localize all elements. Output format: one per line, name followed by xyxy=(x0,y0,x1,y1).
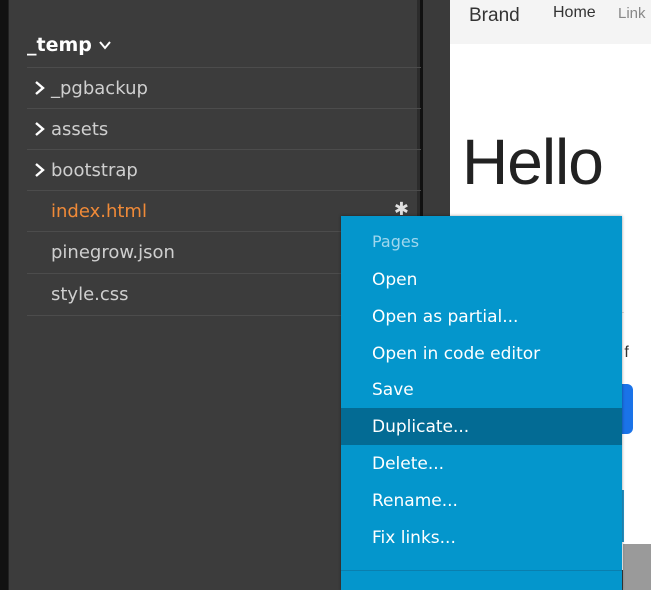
chevron-down-icon xyxy=(99,41,111,50)
tree-folder-pgbackup[interactable]: _pgbackup xyxy=(27,67,421,108)
tree-folder-assets[interactable]: assets xyxy=(27,108,421,149)
menu-item-delete[interactable]: Delete... xyxy=(341,445,622,482)
preview-navbar: Brand Home Link xyxy=(450,0,651,44)
menu-item-open-as-partial[interactable]: Open as partial... xyxy=(341,298,622,335)
context-menu: Pages Open Open as partial... Open in co… xyxy=(341,216,622,590)
tree-folder-label: bootstrap xyxy=(51,159,138,181)
tree-folder-label: _pgbackup xyxy=(51,77,148,99)
hero-heading: Hello xyxy=(462,126,604,198)
navbar-link-home[interactable]: Home xyxy=(553,4,596,22)
menu-item-open[interactable]: Open xyxy=(341,261,622,298)
tree-folder-label: assets xyxy=(51,118,109,140)
tree-folder-bootstrap[interactable]: bootstrap xyxy=(27,149,421,190)
tree-root-label: _temp xyxy=(27,34,92,56)
chevron-right-icon xyxy=(35,81,45,95)
tree-file-label: pinegrow.json xyxy=(51,241,175,263)
menu-item-save[interactable]: Save xyxy=(341,371,622,408)
chevron-right-icon xyxy=(35,122,45,136)
tree-file-label: index.html xyxy=(51,200,147,222)
menu-item-open-in-code-editor[interactable]: Open in code editor xyxy=(341,335,622,372)
tree-root-folder[interactable]: _temp xyxy=(27,30,112,60)
menu-item-rename[interactable]: Rename... xyxy=(341,482,622,519)
preview-scrollbar[interactable] xyxy=(623,544,651,590)
navbar-brand[interactable]: Brand xyxy=(469,5,520,27)
menu-item-fix-links[interactable]: Fix links... xyxy=(341,519,622,556)
context-menu-header: Pages xyxy=(372,232,420,251)
context-menu-separator xyxy=(341,570,622,571)
chevron-right-icon xyxy=(35,163,45,177)
navbar-link[interactable]: Link xyxy=(618,5,646,22)
menu-item-duplicate[interactable]: Duplicate... xyxy=(341,408,622,445)
tree-file-label: style.css xyxy=(51,283,129,305)
